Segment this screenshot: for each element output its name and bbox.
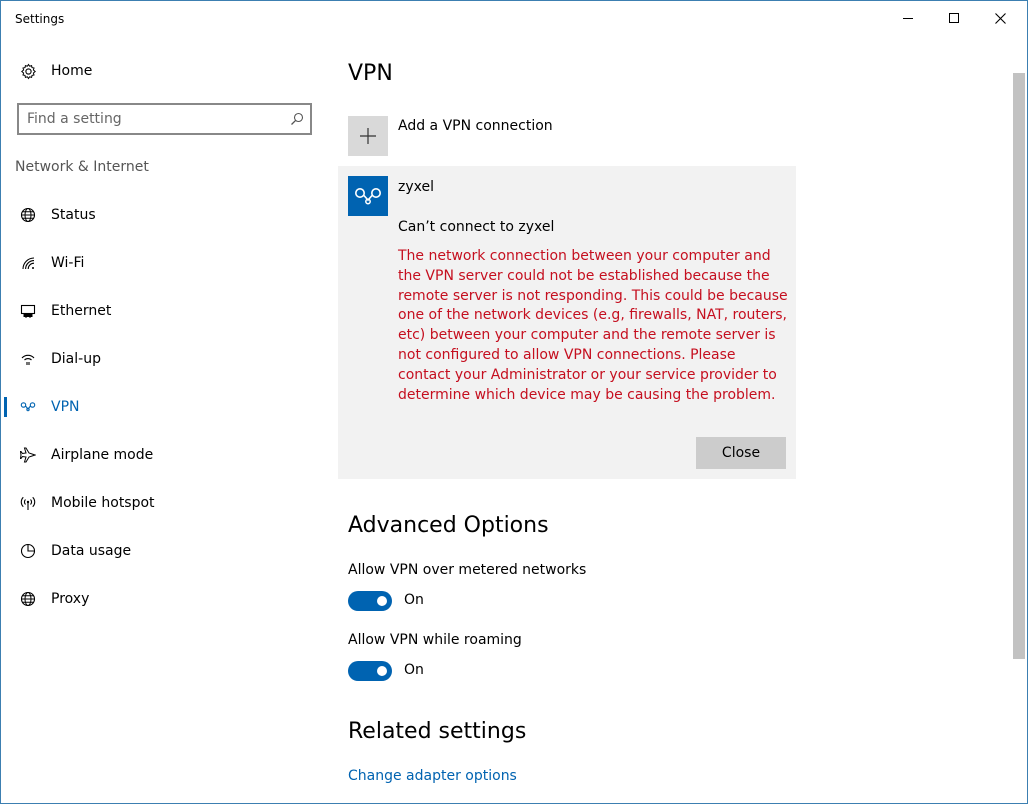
minimize-icon: [903, 17, 913, 19]
pie-chart-icon: [19, 542, 37, 560]
window-title: Settings: [15, 12, 65, 26]
minimize-button[interactable]: [885, 1, 931, 35]
section-label: Network & Internet: [15, 159, 149, 175]
sidebar-item-airplane-mode[interactable]: Airplane mode: [1, 435, 331, 475]
sidebar-item-ethernet[interactable]: Ethernet: [1, 291, 331, 331]
sidebar-item-label: Dial-up: [51, 351, 101, 367]
search-box[interactable]: [17, 103, 312, 135]
vpn-connection-status: Can’t connect to zyxel: [398, 219, 555, 235]
search-icon[interactable]: [290, 111, 304, 130]
metered-networks-state: On: [404, 592, 424, 608]
close-icon: [994, 12, 1006, 24]
hotspot-icon: [19, 494, 37, 512]
metered-networks-label: Allow VPN over metered networks: [348, 562, 587, 578]
sidebar-item-label: Ethernet: [51, 303, 112, 319]
sidebar: Home Network & Internet Status: [1, 35, 331, 803]
plus-icon: [360, 128, 376, 144]
main-content: VPN Add a VPN connection zyxel Can’t con…: [331, 35, 1011, 803]
maximize-icon: [949, 13, 959, 23]
settings-window: Settings Home Find a setting Network & I…: [0, 0, 1028, 804]
sidebar-item-label: Data usage: [51, 543, 132, 559]
airplane-icon: [19, 446, 37, 464]
close-button[interactable]: Close: [696, 437, 786, 469]
vpn-connection-name: zyxel: [398, 179, 434, 195]
sidebar-item-vpn[interactable]: VPN: [1, 387, 331, 427]
wifi-icon: [19, 254, 37, 272]
metered-networks-toggle[interactable]: [348, 591, 392, 611]
title-bar: Settings: [1, 1, 1027, 35]
sidebar-item-label: Proxy: [51, 591, 90, 607]
scrollbar-thumb[interactable]: [1013, 73, 1025, 659]
related-settings-title: Related settings: [348, 719, 527, 744]
vpn-connection-tile: [348, 176, 388, 216]
close-window-button[interactable]: [977, 1, 1023, 35]
sidebar-item-dial-up[interactable]: Dial-up: [1, 339, 331, 379]
sidebar-item-status[interactable]: Status: [1, 195, 331, 235]
sidebar-item-label: Mobile hotspot: [51, 495, 155, 511]
toggle-knob: [377, 666, 387, 676]
add-vpn-connection-button[interactable]: Add a VPN connection: [348, 116, 788, 156]
change-adapter-options-link[interactable]: Change adapter options: [348, 768, 517, 784]
roaming-state: On: [404, 662, 424, 678]
sidebar-item-proxy[interactable]: Proxy: [1, 579, 331, 619]
maximize-button[interactable]: [931, 1, 977, 35]
roaming-toggle[interactable]: [348, 661, 392, 681]
sidebar-item-label: Status: [51, 207, 96, 223]
toggle-knob: [377, 596, 387, 606]
vpn-icon: [19, 398, 37, 416]
sidebar-item-label: Airplane mode: [51, 447, 154, 463]
vpn-connection-card[interactable]: zyxel Can’t connect to zyxel The network…: [338, 166, 796, 479]
add-vpn-label: Add a VPN connection: [398, 118, 553, 134]
vpn-error-message: The network connection between your comp…: [398, 248, 788, 403]
globe-icon: [19, 590, 37, 608]
globe-icon: [19, 206, 37, 224]
search-input[interactable]: [27, 110, 282, 128]
sidebar-item-mobile-hotspot[interactable]: Mobile hotspot: [1, 483, 331, 523]
advanced-options-title: Advanced Options: [348, 513, 549, 538]
sidebar-item-data-usage[interactable]: Data usage: [1, 531, 331, 571]
sidebar-item-wifi[interactable]: Wi-Fi: [1, 243, 331, 283]
roaming-label: Allow VPN while roaming: [348, 632, 522, 648]
page-title: VPN: [348, 61, 393, 86]
vpn-icon: [355, 188, 381, 205]
sidebar-item-label: Home: [51, 63, 93, 79]
add-tile: [348, 116, 388, 156]
dial-up-icon: [19, 350, 37, 368]
ethernet-icon: [19, 302, 37, 320]
gear-icon: [19, 62, 37, 80]
sidebar-item-label: VPN: [51, 399, 80, 415]
sidebar-item-label: Wi-Fi: [51, 255, 85, 271]
sidebar-item-home[interactable]: Home: [1, 51, 331, 91]
